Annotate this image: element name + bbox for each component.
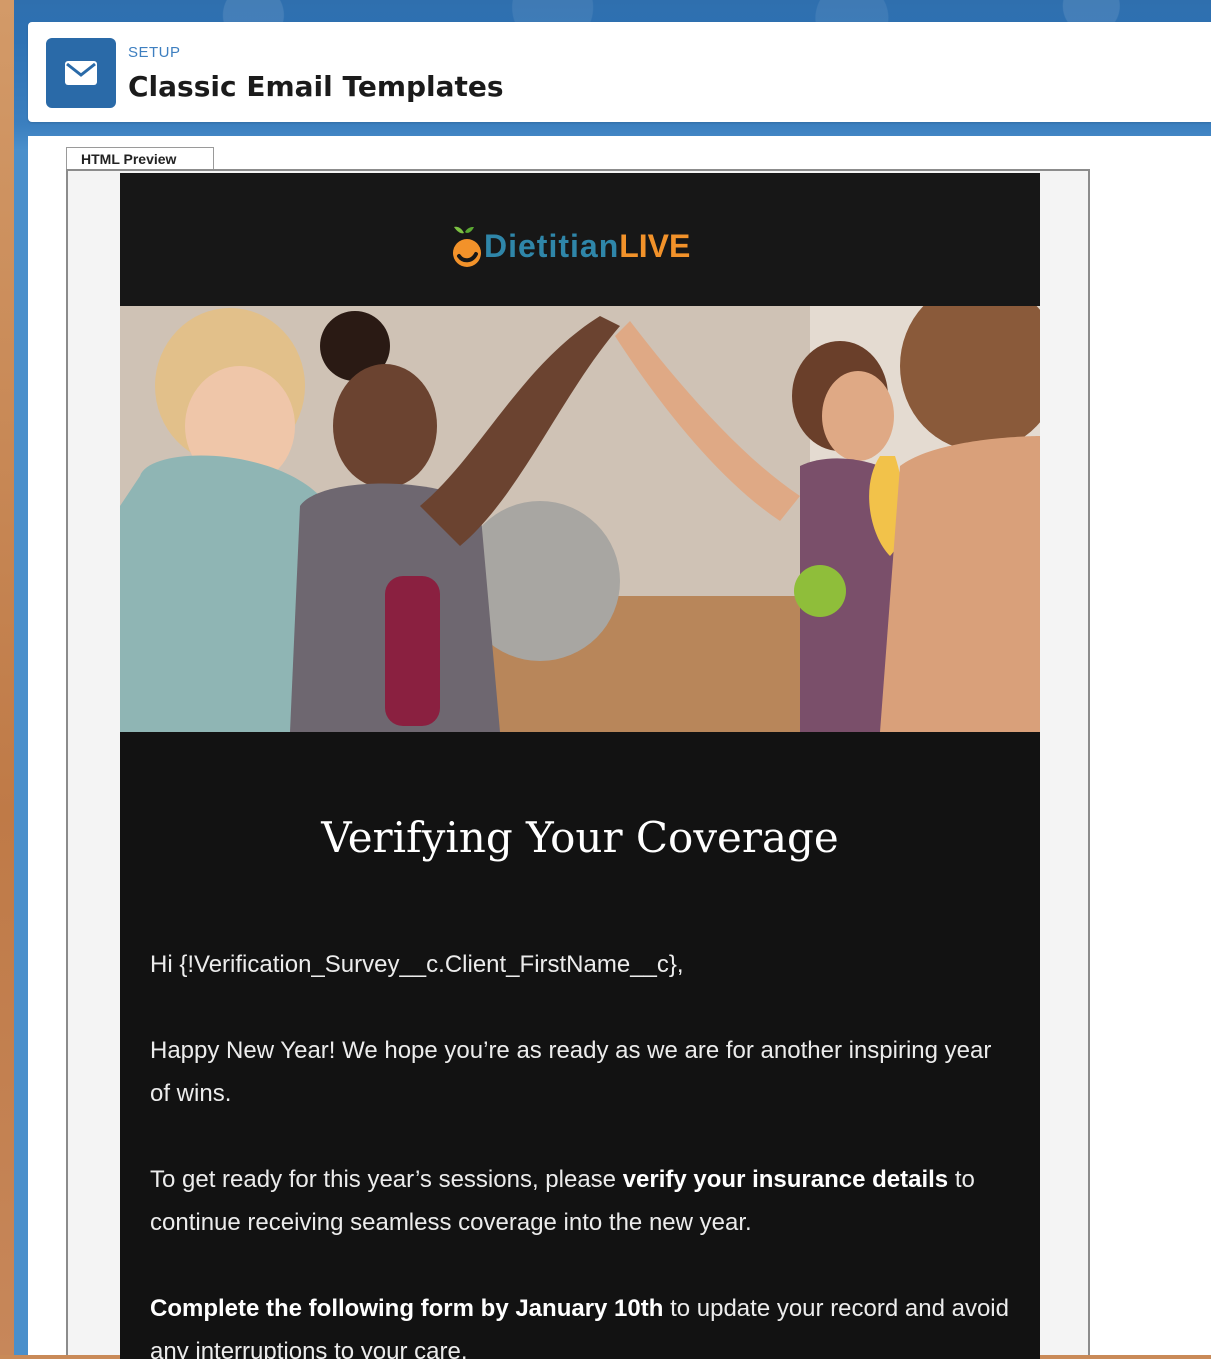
email-preview: Dietitian LIVE Verifying Your Coverage H… [120,173,1040,1359]
email-paragraph-3: Complete the following form by January 1… [150,1287,1010,1359]
page-title: Classic Email Templates [128,70,504,103]
orange-fruit-icon [453,226,481,267]
html-preview-frame: Dietitian LIVE Verifying Your Coverage H… [66,169,1090,1359]
header-eyebrow: SETUP [128,44,181,61]
email-logo-bar: Dietitian LIVE [120,173,1040,306]
logo-text-live: LIVE [619,227,691,264]
para3-text-bold: Complete the following form by January 1… [150,1295,664,1322]
page-header: SETUP Classic Email Templates [28,22,1211,122]
tab-html-preview[interactable]: HTML Preview [66,147,214,169]
hero-image [120,306,1040,732]
email-greeting: Hi {!Verification_Survey__c.Client_First… [150,951,684,978]
email-body: Hi {!Verification_Survey__c.Client_First… [150,943,1010,1359]
content-panel: HTML Preview Dietitian LIVE Verifying Yo… [28,136,1211,1359]
envelope-icon [46,38,116,108]
email-title: Verifying Your Coverage [321,813,839,862]
dietitianlive-logo: Dietitian LIVE [450,221,690,271]
email-paragraph-1: Happy New Year! We hope you’re as ready … [150,1037,992,1107]
logo-text-dietitian: Dietitian [484,227,620,264]
para2-text-pre: To get ready for this year’s sessions, p… [150,1166,623,1193]
email-paragraph-2: To get ready for this year’s sessions, p… [150,1158,1010,1244]
para2-text-bold: verify your insurance details [622,1166,949,1193]
